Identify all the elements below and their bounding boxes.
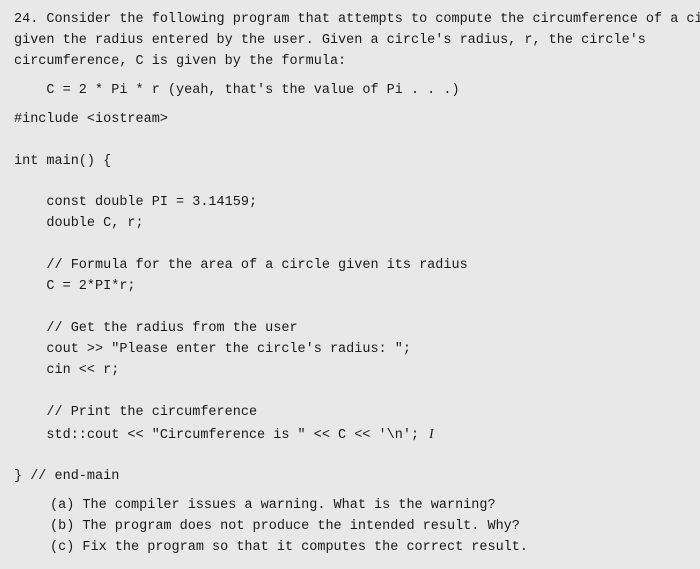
- blank6: [14, 382, 686, 403]
- blank7: [14, 446, 686, 467]
- intro-line2: given the radius entered by the user. Gi…: [14, 31, 686, 52]
- const-line: const double PI = 3.14159;: [14, 193, 686, 214]
- include-line: #include <iostream>: [14, 110, 686, 131]
- question-a: (a) The compiler issues a warning. What …: [50, 496, 686, 517]
- formula-code: C = 2*PI*r;: [14, 277, 686, 298]
- formula-display: C = 2 * Pi * r (yeah, that's the value o…: [14, 81, 686, 102]
- main-close: } // end-main: [14, 467, 686, 488]
- cin-line: cin << r;: [14, 361, 686, 382]
- question-c: (c) Fix the program so that it computes …: [50, 538, 686, 559]
- intro-block: 24. Consider the following program that …: [14, 10, 686, 73]
- blank5: [14, 298, 686, 319]
- blank3: [14, 172, 686, 193]
- blank4: [14, 235, 686, 256]
- page-content: 24. Consider the following program that …: [0, 0, 700, 569]
- cout-line: cout >> "Please enter the circle's radiu…: [14, 340, 686, 361]
- double-line: double C, r;: [14, 214, 686, 235]
- intro-line1: 24. Consider the following program that …: [14, 10, 686, 31]
- main-open: int main() {: [14, 152, 686, 173]
- std-line: std::cout << "Circumference is " << C <<…: [14, 424, 686, 447]
- intro-line3: circumference, C is given by the formula…: [14, 52, 686, 73]
- question-b: (b) The program does not produce the int…: [50, 517, 686, 538]
- formula-line: C = 2 * Pi * r (yeah, that's the value o…: [14, 81, 686, 102]
- blank2: [14, 131, 686, 152]
- code-section: #include <iostream> int main() { const d…: [14, 110, 686, 489]
- comment-print: // Print the circumference: [14, 403, 686, 424]
- comment-formula: // Formula for the area of a circle give…: [14, 256, 686, 277]
- comment-radius: // Get the radius from the user: [14, 319, 686, 340]
